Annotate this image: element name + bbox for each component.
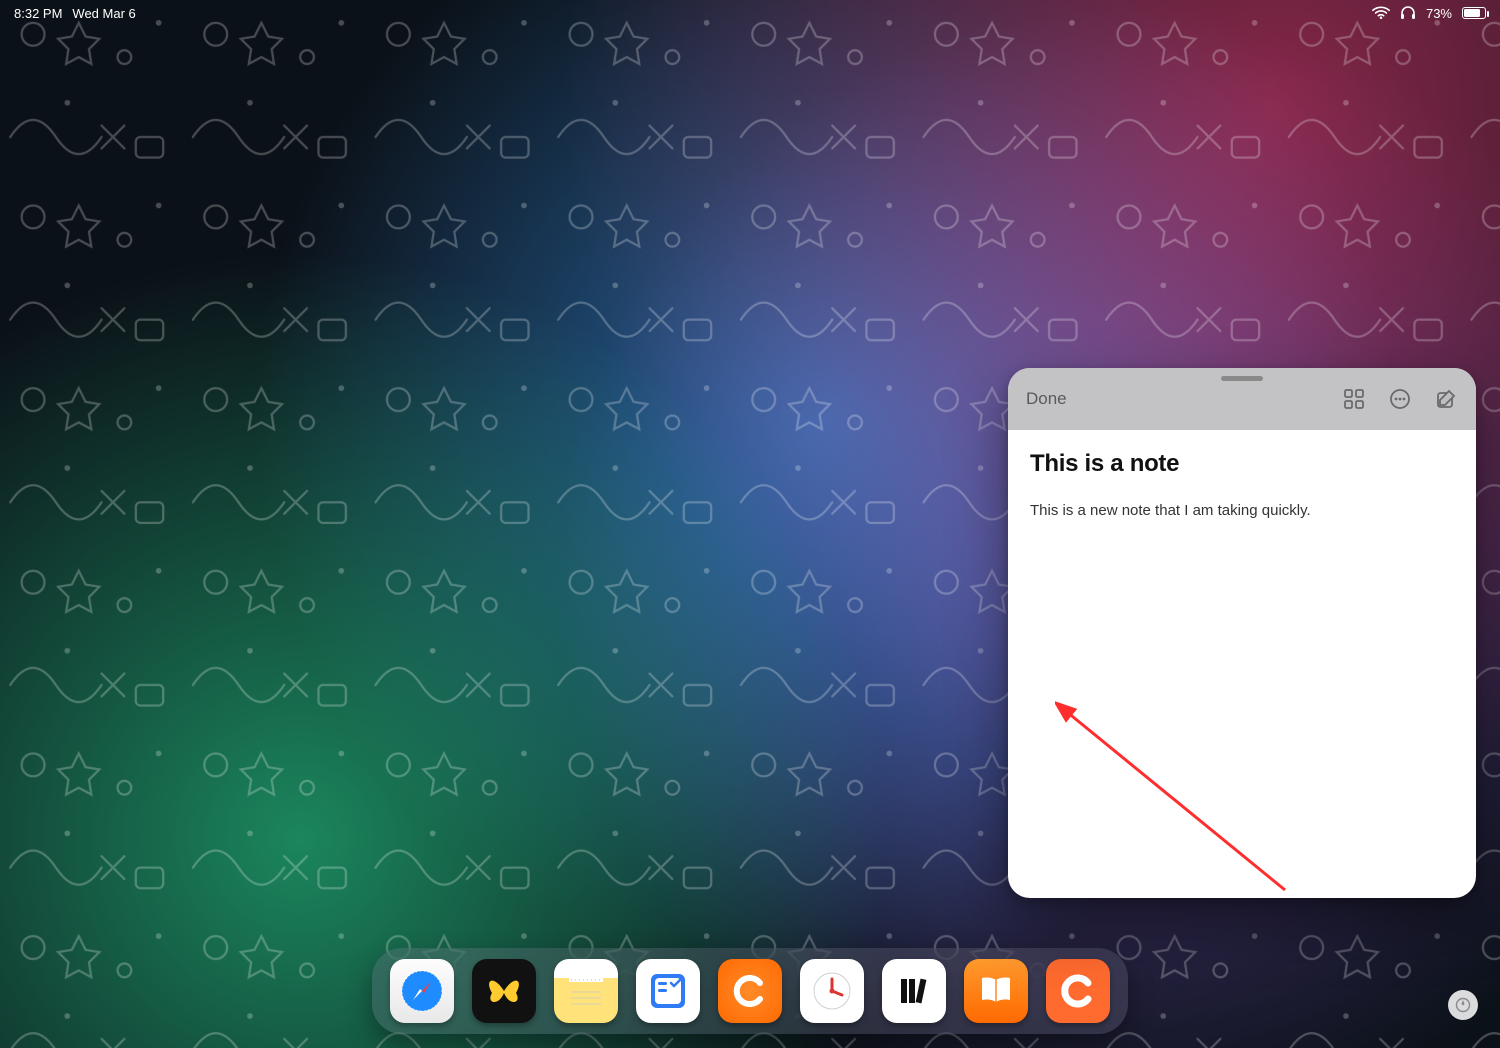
dock-app-clock[interactable]	[800, 959, 864, 1023]
dock-app-orange-c2[interactable]	[1046, 959, 1110, 1023]
dock-app-safari[interactable]	[390, 959, 454, 1023]
pencil-hover-indicator[interactable]	[1448, 990, 1478, 1020]
note-text[interactable]: This is a new note that I am taking quic…	[1030, 500, 1454, 521]
dock-app-library[interactable]	[882, 959, 946, 1023]
done-button[interactable]: Done	[1026, 389, 1067, 409]
grid-view-icon[interactable]	[1342, 387, 1366, 411]
dock-app-butterfly[interactable]	[472, 959, 536, 1023]
status-time: 8:32 PM	[14, 6, 62, 21]
dock-app-notes[interactable]	[554, 959, 618, 1023]
compose-icon[interactable]	[1434, 387, 1458, 411]
drag-handle[interactable]	[1221, 376, 1263, 381]
quick-note-panel[interactable]: Done This is a note This is a new note t…	[1008, 368, 1476, 898]
more-options-icon[interactable]	[1388, 387, 1412, 411]
dock-app-tasks[interactable]	[636, 959, 700, 1023]
status-date: Wed Mar 6	[72, 6, 135, 21]
battery-icon	[1462, 7, 1486, 19]
dock	[372, 948, 1128, 1034]
status-bar: 8:32 PM Wed Mar 6 73%	[0, 0, 1500, 26]
quick-note-body[interactable]: This is a note This is a new note that I…	[1008, 430, 1476, 898]
battery-percent: 73%	[1426, 6, 1452, 21]
quick-note-toolbar: Done	[1008, 368, 1476, 430]
dock-app-orange-c[interactable]	[718, 959, 782, 1023]
dock-app-books[interactable]	[964, 959, 1028, 1023]
headphones-icon	[1400, 6, 1416, 20]
wifi-icon	[1372, 6, 1390, 20]
note-title[interactable]: This is a note	[1030, 450, 1454, 478]
